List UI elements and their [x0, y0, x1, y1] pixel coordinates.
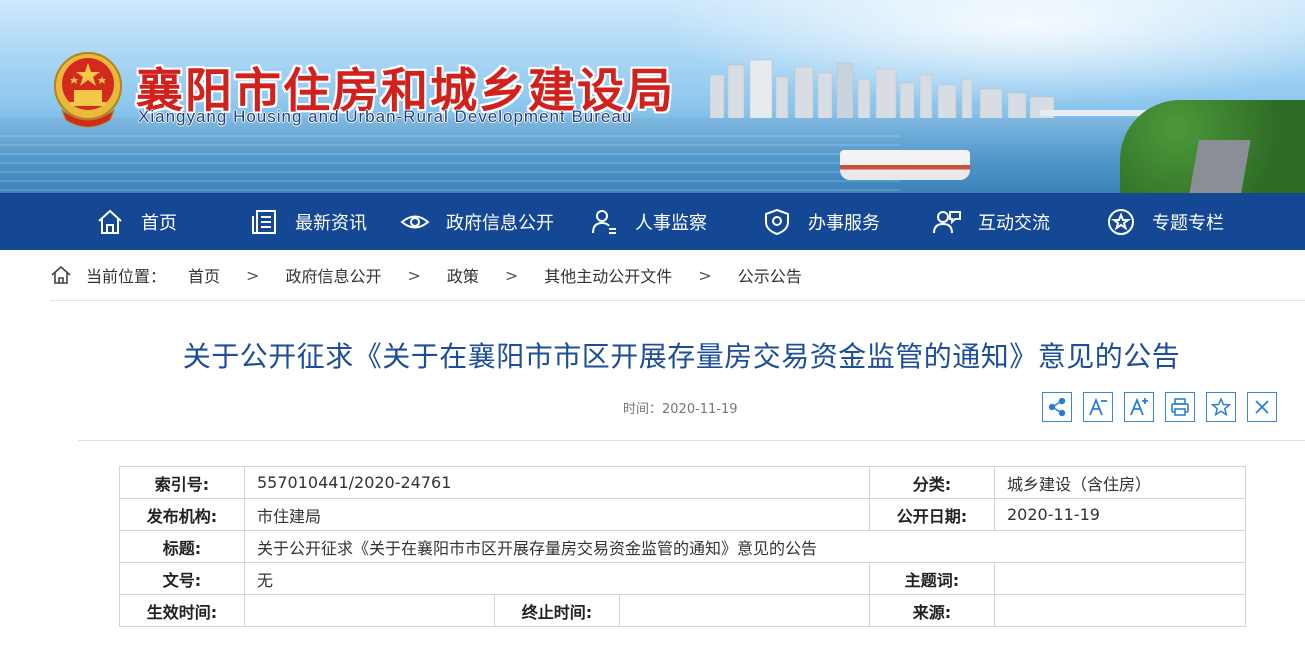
- breadcrumb: 当前位置： 首页 > 政府信息公开 > 政策 > 其他主动公开文件 > 公示公告: [50, 250, 1305, 301]
- nav-label: 办事服务: [808, 212, 880, 234]
- site-subtitle: Xiangyang Housing and Urban-Rural Develo…: [138, 107, 633, 126]
- category-value: 城乡建设（含住房）: [994, 466, 1246, 499]
- city-skyline-image: [709, 59, 1055, 120]
- news-icon: [252, 209, 276, 234]
- font-decrease-button[interactable]: [1083, 392, 1113, 422]
- nav-item-gov-info[interactable]: 政府信息公开: [400, 193, 554, 250]
- breadcrumb-link-policy[interactable]: 政策: [447, 263, 479, 287]
- index-value: 557010441/2020-24761: [244, 466, 870, 499]
- source-value: [994, 594, 1246, 627]
- nav-item-personnel[interactable]: 人事监察: [589, 193, 707, 250]
- nav-label: 最新资讯: [295, 212, 367, 234]
- ferry-boat: [840, 150, 970, 180]
- nav-item-interaction[interactable]: 互动交流: [932, 193, 1050, 250]
- breadcrumb-separator: >: [504, 265, 519, 285]
- breadcrumb-separator: >: [246, 265, 260, 285]
- main-nav: 首页 最新资讯 政府信息公开 人事监察 办事服务 互动交流 专题专栏: [0, 193, 1305, 250]
- article-toolbar: [1042, 392, 1288, 422]
- person-icon: [592, 209, 616, 234]
- favorite-button[interactable]: [1206, 392, 1236, 422]
- article-time: 时间：2020-11-19: [623, 402, 738, 417]
- category-label: 分类:: [869, 466, 995, 499]
- source-label: 来源:: [869, 594, 995, 627]
- section-divider: [78, 440, 1305, 441]
- pubdate-value: 2020-11-19: [994, 498, 1246, 531]
- shield-icon: [765, 208, 789, 235]
- print-icon: [1171, 398, 1189, 416]
- breadcrumb-prefix: 当前位置：: [86, 267, 167, 286]
- docno-label: 文号:: [119, 562, 245, 595]
- home-icon: [51, 265, 71, 284]
- font-increase-icon: [1130, 397, 1148, 416]
- eye-icon: [400, 215, 430, 228]
- nav-item-news[interactable]: 最新资讯: [249, 193, 367, 250]
- keyword-label: 主题词:: [869, 562, 995, 595]
- riverside-road: [1160, 140, 1280, 193]
- nav-label: 政府信息公开: [446, 212, 554, 234]
- index-label: 索引号:: [119, 466, 245, 499]
- chat-people-icon: [933, 210, 961, 233]
- document-info-table: 索引号: 557010441/2020-24761 分类: 城乡建设（含住房） …: [119, 466, 1246, 627]
- print-button[interactable]: [1165, 392, 1195, 422]
- nav-item-special-topics[interactable]: 专题专栏: [1106, 193, 1224, 250]
- share-icon: [1048, 397, 1066, 417]
- breadcrumb-link-gov-info[interactable]: 政府信息公开: [285, 263, 381, 287]
- table-row: 标题: 关于公开征求《关于在襄阳市市区开展存量房交易资金监管的通知》意见的公告: [119, 530, 1246, 563]
- pubdate-label: 公开日期:: [869, 498, 995, 531]
- issuer-label: 发布机构:: [119, 498, 245, 531]
- keyword-value: [994, 562, 1246, 595]
- font-decrease-icon: [1089, 397, 1107, 416]
- nav-label: 人事监察: [635, 212, 707, 234]
- nav-item-home[interactable]: 首页: [95, 193, 177, 250]
- river-ripples: [0, 135, 900, 193]
- national-emblem-icon: [54, 52, 122, 128]
- share-button[interactable]: [1042, 392, 1072, 422]
- expiry-label: 终止时间:: [494, 594, 620, 627]
- docno-value: 无: [244, 562, 870, 595]
- issuer-value: 市住建局: [244, 498, 870, 531]
- table-row: 发布机构: 市住建局 公开日期: 2020-11-19: [119, 498, 1246, 531]
- expiry-value: [619, 594, 870, 627]
- close-icon: [1255, 400, 1269, 414]
- breadcrumb-link-announcements[interactable]: 公示公告: [738, 263, 802, 287]
- table-row: 文号: 无 主题词:: [119, 562, 1246, 595]
- effective-value: [244, 594, 495, 627]
- star-circle-icon: [1108, 208, 1134, 235]
- nav-label: 互动交流: [978, 212, 1050, 234]
- nav-item-services[interactable]: 办事服务: [762, 193, 880, 250]
- title-value: 关于公开征求《关于在襄阳市市区开展存量房交易资金监管的通知》意见的公告: [244, 530, 1246, 563]
- breadcrumb-link-home[interactable]: 首页: [188, 263, 220, 287]
- article-title: 关于公开征求《关于在襄阳市市区开展存量房交易资金监管的通知》意见的公告: [182, 340, 1181, 373]
- font-increase-button[interactable]: [1124, 392, 1154, 422]
- favorite-icon: [1211, 397, 1231, 417]
- nav-label: 首页: [141, 212, 177, 234]
- close-button[interactable]: [1247, 392, 1277, 422]
- table-row: 生效时间: 终止时间: 来源:: [119, 594, 1246, 627]
- breadcrumb-separator: >: [407, 265, 421, 285]
- nav-label: 专题专栏: [1152, 212, 1224, 234]
- header-banner: 襄阳市住房和城乡建设局 Xiangyang Housing and Urban-…: [0, 0, 1305, 193]
- table-row: 索引号: 557010441/2020-24761 分类: 城乡建设（含住房）: [119, 466, 1246, 499]
- breadcrumb-link-other-docs[interactable]: 其他主动公开文件: [544, 263, 672, 287]
- breadcrumb-separator: >: [698, 265, 712, 285]
- home-icon: [98, 209, 122, 234]
- title-label: 标题:: [119, 530, 245, 563]
- effective-label: 生效时间:: [119, 594, 245, 627]
